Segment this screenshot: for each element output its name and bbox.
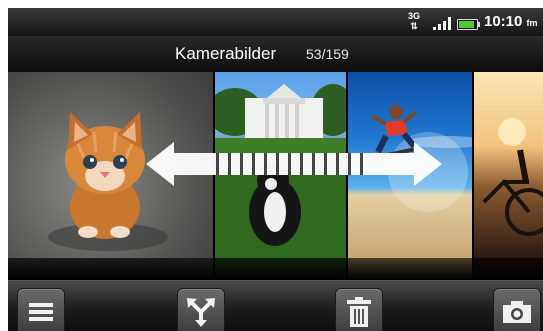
kitten-reflection — [8, 258, 213, 280]
signal-strength-icon — [433, 17, 453, 30]
clock-time: 10:10 — [484, 13, 523, 30]
camera-button[interactable] — [493, 288, 541, 331]
title-bar: Kamerabilder 53/159 — [8, 36, 543, 73]
status-bar: 3G ⇅ 10:10 fm — [8, 8, 543, 36]
photo-counter: 53/159 — [306, 46, 349, 62]
bicycle-sunset-photo[interactable] — [474, 72, 543, 258]
share-button[interactable] — [177, 288, 225, 331]
camera-icon — [503, 301, 531, 323]
battery-icon — [457, 19, 480, 30]
3g-data-icon: 3G ⇅ — [408, 11, 421, 31]
bottom-toolbar — [8, 280, 543, 331]
album-title: Kamerabilder — [175, 44, 277, 63]
trash-icon — [347, 297, 371, 327]
clock: 10:10 fm — [484, 13, 538, 30]
swipe-left-right-arrow-icon — [146, 142, 442, 186]
share-icon — [187, 298, 215, 327]
menu-button[interactable] — [17, 288, 65, 331]
menu-icon — [29, 303, 53, 321]
gallery-screen: 3G ⇅ 10:10 fm Kamerabilder 53/159 — [8, 8, 543, 331]
dog-reflection — [215, 258, 346, 280]
clock-suffix: fm — [526, 18, 538, 28]
skate-reflection — [348, 258, 472, 280]
bike-reflection — [474, 258, 543, 280]
delete-button[interactable] — [335, 288, 383, 331]
